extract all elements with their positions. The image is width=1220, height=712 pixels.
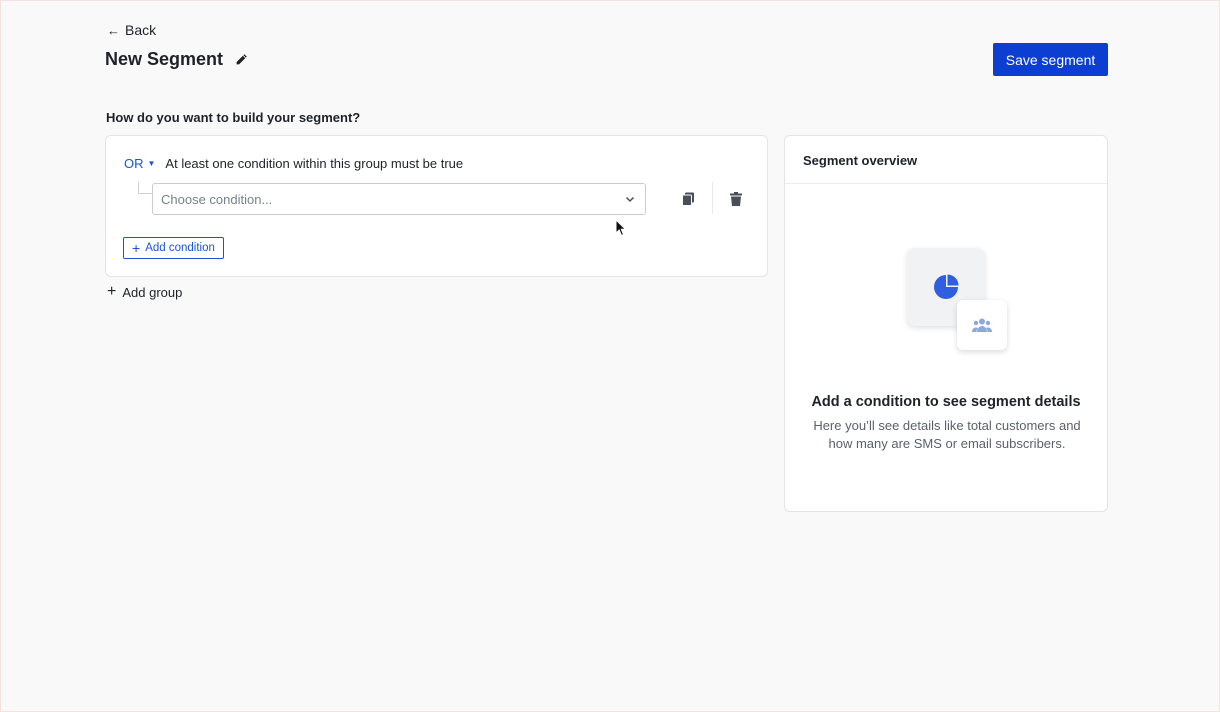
empty-state-description: Here you’ll see details like total custo… bbox=[813, 418, 1081, 451]
trash-icon[interactable] bbox=[724, 187, 748, 211]
tree-connector bbox=[138, 182, 152, 194]
pencil-icon[interactable] bbox=[235, 52, 251, 68]
plus-icon: + bbox=[107, 283, 117, 300]
back-link[interactable]: ← Back bbox=[107, 22, 156, 38]
chevron-down-icon: ▼ bbox=[147, 159, 156, 168]
title-row: New Segment bbox=[105, 49, 251, 70]
add-group-label: Add group bbox=[122, 284, 183, 300]
condition-placeholder: Choose condition... bbox=[161, 191, 273, 207]
divider bbox=[785, 183, 1107, 184]
save-segment-button[interactable]: Save segment bbox=[993, 43, 1108, 76]
group-description: At least one condition within this group… bbox=[165, 156, 464, 171]
group-header: OR ▼ At least one condition within this … bbox=[124, 156, 463, 171]
mouse-cursor-icon bbox=[615, 219, 627, 237]
divider bbox=[712, 182, 713, 214]
copy-icon[interactable] bbox=[676, 187, 700, 211]
arrow-left-icon: ← bbox=[107, 22, 120, 38]
empty-state-heading: Add a condition to see segment details bbox=[811, 394, 1081, 410]
plus-icon: + bbox=[132, 240, 141, 256]
overview-title: Segment overview bbox=[803, 153, 918, 168]
page-title: New Segment bbox=[105, 49, 224, 69]
add-condition-label: Add condition bbox=[145, 242, 215, 254]
segment-overview-panel: Segment overview Add a condition to see … bbox=[784, 135, 1108, 512]
back-label: Back bbox=[125, 22, 157, 38]
add-condition-button[interactable]: + Add condition bbox=[123, 237, 224, 259]
condition-group-card: OR ▼ At least one condition within this … bbox=[105, 135, 768, 277]
condition-select[interactable]: Choose condition... bbox=[152, 183, 646, 215]
operator-label: OR bbox=[124, 156, 144, 171]
builder-question: How do you want to build your segment? bbox=[106, 110, 361, 125]
users-icon bbox=[957, 300, 1007, 350]
operator-dropdown[interactable]: OR ▼ bbox=[124, 156, 155, 171]
add-group-button[interactable]: + Add group bbox=[107, 284, 182, 300]
chevron-down-icon bbox=[625, 196, 635, 203]
